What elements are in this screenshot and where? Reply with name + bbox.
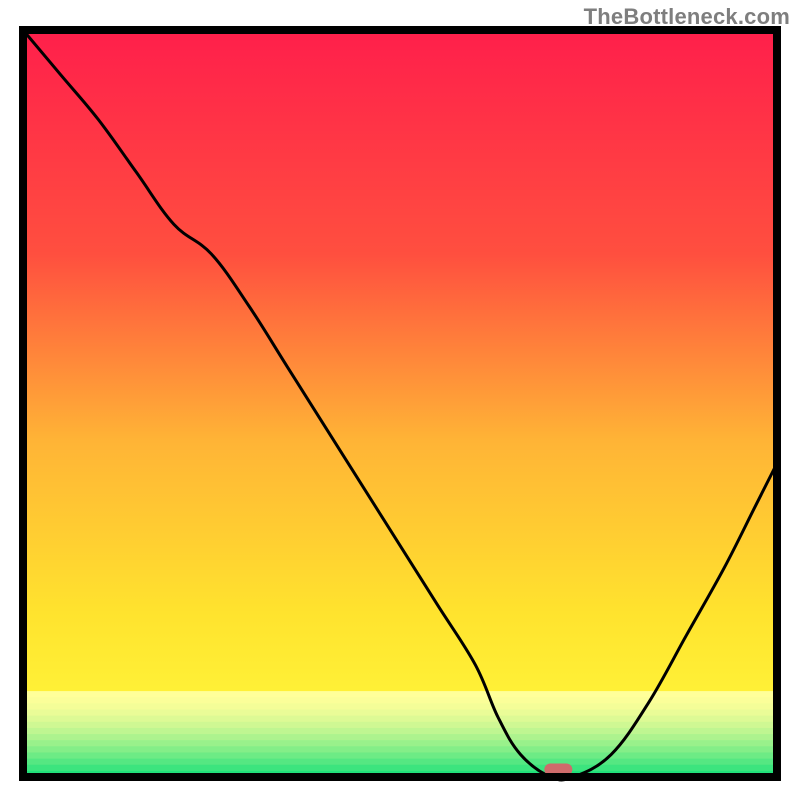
watermark-text: TheBottleneck.com — [584, 4, 790, 30]
bottleneck-chart — [0, 0, 800, 800]
chart-frame: TheBottleneck.com — [0, 0, 800, 800]
